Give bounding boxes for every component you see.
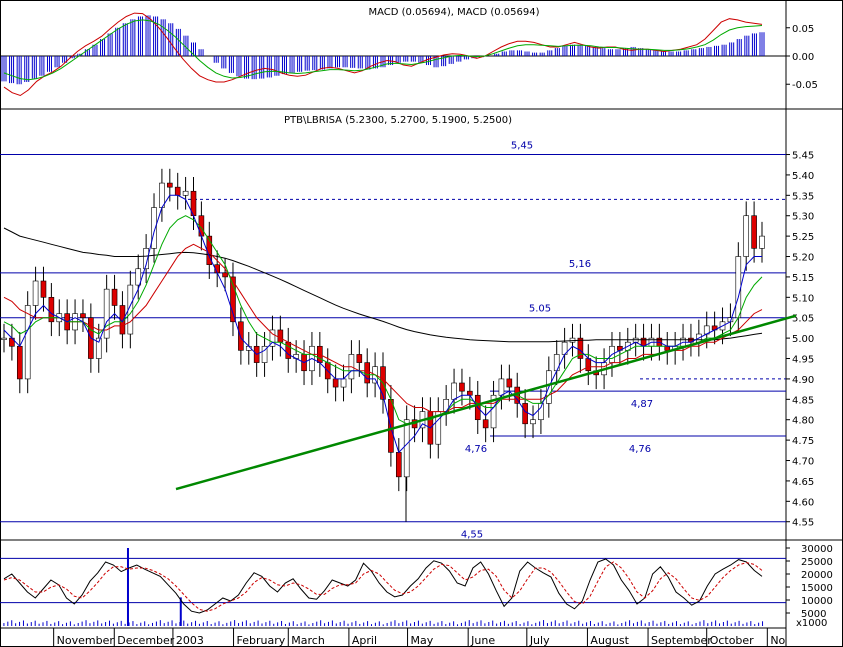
price-tick-label: 5.30 [792,212,814,223]
price-panel: 5.45 5.40 5.35 5.30 5.25 5.20 5.15 5.10 5.05 5.00… [0,141,814,541]
price-candle-body [735,256,742,319]
macd-panel: 0.05 0.00 -0.05 [0,12,818,97]
price-candle-body [522,403,528,425]
price-title: PTB\LBRISA (5.2300, 5.2700, 5.1900, 5.25… [284,115,512,126]
price-candle-body [506,378,513,388]
moving-average-200 [3,227,763,343]
stock-chart: 0.05 0.00 -0.05 5.45 5.40 5.35 5.30 5.25 5.20 5.… [0,0,843,647]
price-tick-label: 4.55 [792,518,814,529]
month-label: August [590,634,629,647]
price-candle-body [585,358,592,372]
price-candle-body [24,305,31,380]
price-candle-body [80,313,86,319]
month-label: March [291,634,325,647]
month-label: July [529,634,550,647]
price-level-label: 5,16 [569,259,591,270]
month-label: 2003 [176,634,204,647]
price-candle-body [285,341,292,359]
macd-tick-label: -0.05 [792,80,818,91]
price-tick-label: 4.90 [792,375,814,386]
price-candle-body [103,288,110,339]
price-tick-label: 5.10 [792,293,814,304]
price-tick-label: 4.65 [792,477,814,488]
price-candle-body [167,182,173,188]
time-axis: November December 2003 February March April Ma… [53,628,786,647]
month-label: December [117,634,175,647]
price-candle-body [553,354,560,372]
volume-tick-label: 20000 [801,570,833,581]
price-candle-body [403,419,410,478]
moving-average-short [3,194,762,454]
price-candle-body [467,390,473,396]
price-candle-body [1,337,7,340]
volume-tick-label: 10000 [801,596,833,607]
macd-tick-label: 0.00 [792,52,814,63]
price-candle-body [340,378,347,388]
price-tick-label: 5.45 [792,151,814,162]
price-candle-body [364,362,371,384]
price-candle-body [482,419,489,429]
price-candle-body [174,186,181,196]
month-label: April [352,634,377,647]
price-candle-body [182,190,189,196]
price-tick-label: 4.75 [792,436,814,447]
price-tick-label: 4.70 [792,457,814,468]
price-level-label: 4,55 [461,530,483,541]
price-tick-label: 4.80 [792,416,814,427]
price-tick-label: 4.95 [792,355,814,366]
price-tick-label: 5.40 [792,171,814,182]
price-candle-body [498,378,505,396]
price-candle-body [356,354,363,363]
volume-tick-label: 25000 [801,557,833,568]
price-tick-label: 4.60 [792,497,814,508]
price-level-label: 5,45 [511,141,533,152]
price-tick-label: 5.15 [792,273,814,284]
price-candle-body [40,280,47,298]
price-level-label: 5.05 [529,304,551,315]
price-candle-body [751,215,757,249]
price-tick-label: 4.85 [792,395,814,406]
price-candle-body [451,382,457,400]
price-candle-body [395,452,402,478]
price-tick-label: 5.35 [792,191,814,202]
price-level-label: 4,76 [465,444,487,455]
price-candle-body [743,215,750,257]
month-label: October [710,634,754,647]
oscillator-volume-panel: 30000250002000015000100005000x1000 [0,544,833,629]
price-candle-body [538,403,544,421]
price-candle-body [222,272,228,278]
month-label: November [57,634,115,647]
price-candle-body [111,288,118,306]
price-candle-body [459,382,465,392]
price-level-label: 4,76 [629,444,651,455]
macd-tick-label: 0.05 [792,24,814,35]
price-candle-body [277,329,284,343]
macd-title: MACD (0.05694), MACD (0.05694) [369,7,540,18]
price-candle-body [664,345,671,351]
month-label: June [470,634,495,647]
price-candle-body [32,280,39,306]
price-candle-body [238,321,244,351]
price-candle-body [759,235,765,249]
volume-tick-label: 30000 [801,544,833,555]
month-label: May [411,634,434,647]
month-label: September [651,634,712,647]
month-label: No [770,634,785,647]
price-candle-body [530,419,536,425]
price-candle-body [332,378,339,388]
price-tick-label: 5.25 [792,232,814,243]
price-level-label: 4,87 [631,399,653,410]
price-candle-body [16,345,23,380]
support-trendline [175,314,797,491]
price-candle-body [159,182,165,208]
volume-tick-label: x1000 [796,618,827,629]
volume-tick-label: 15000 [801,583,833,594]
price-tick-label: 5.00 [792,334,814,345]
chart-canvas: 0.050.00-0.05 5.455.405.355.305.255.205.… [0,0,843,647]
price-tick-label: 5.20 [792,253,814,264]
month-label: February [237,634,286,647]
